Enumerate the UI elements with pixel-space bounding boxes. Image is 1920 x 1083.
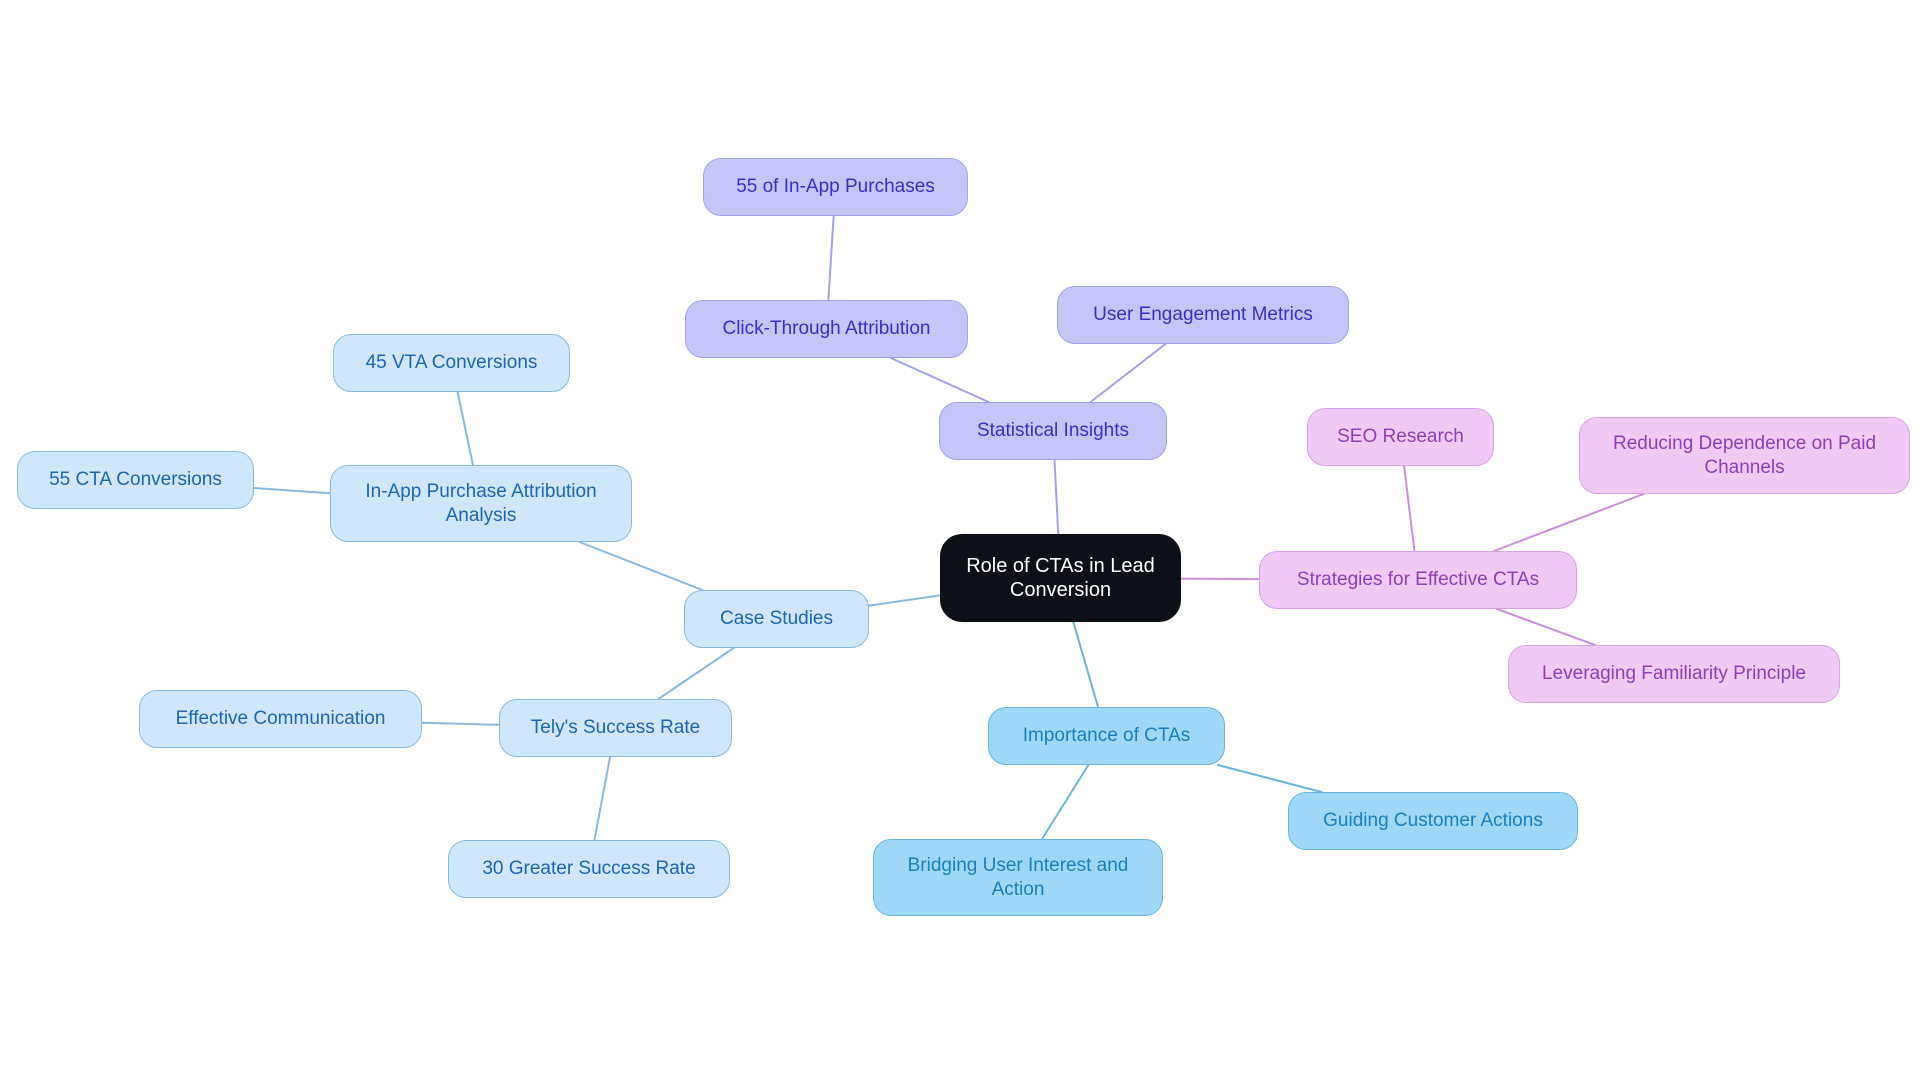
mindmap-edge-root-to-importance_of_ctas [1072,621,1100,708]
mindmap-node-leveraging_familiarity[interactable]: Leveraging Familiarity Principle [1508,645,1840,703]
mindmap-node-label: Tely's Success Rate [530,717,701,739]
mindmap-edge-click_through_attribution-to-in_app_purchases_55 [827,215,835,301]
mindmap-node-click_through_attribution[interactable]: Click-Through Attribution [685,300,968,358]
mindmap-edge-in_app_purchase_attribution-to-vta_conversions_45 [456,391,474,466]
mindmap-node-label: Guiding Customer Actions [1323,810,1543,832]
mindmap-edge-strategies_effective_ctas-to-seo_research [1403,465,1416,552]
mindmap-node-label: Case Studies [719,608,833,630]
mindmap-node-label: 55 CTA Conversions [49,469,222,491]
mindmap-node-reducing_dependence_paid[interactable]: Reducing Dependence on Paid Channels [1579,417,1910,494]
mindmap-node-vta_conversions_45[interactable]: 45 VTA Conversions [333,334,570,392]
mindmap-node-label: 30 Greater Success Rate [482,858,696,880]
mindmap-node-in_app_purchases_55[interactable]: 55 of In-App Purchases [703,158,968,216]
mindmap-node-label: 45 VTA Conversions [365,352,538,374]
mindmap-edge-case_studies-to-in_app_purchase_attribution [578,541,704,591]
mindmap-node-bridging_user_interest[interactable]: Bridging User Interest and Action [873,839,1163,916]
mindmap-node-importance_of_ctas[interactable]: Importance of CTAs [988,707,1225,765]
mindmap-edge-importance_of_ctas-to-bridging_user_interest [1041,764,1090,840]
mindmap-node-label: Strategies for Effective CTAs [1296,569,1540,591]
mindmap-node-root[interactable]: Role of CTAs in Lead Conversion [940,534,1181,622]
mindmap-node-label: Statistical Insights [976,420,1130,442]
mindmap-edge-root-to-statistical_insights [1053,459,1060,535]
mindmap-node-telys_success_rate[interactable]: Tely's Success Rate [499,699,732,757]
mindmap-node-strategies_effective_ctas[interactable]: Strategies for Effective CTAs [1259,551,1577,609]
mindmap-canvas: Role of CTAs in Lead Conversion Statistic… [0,0,1920,1083]
mindmap-edge-strategies_effective_ctas-to-reducing_dependence_paid [1493,493,1645,552]
mindmap-node-effective_communication[interactable]: Effective Communication [139,690,422,748]
mindmap-edge-telys_success_rate-to-effective_communication [421,721,500,726]
mindmap-node-label: Effective Communication [175,708,386,730]
mindmap-edge-importance_of_ctas-to-guiding_customer_actions [1216,764,1323,793]
mindmap-edge-case_studies-to-telys_success_rate [657,647,735,700]
mindmap-edge-strategies_effective_ctas-to-leveraging_familiarity [1495,608,1597,646]
mindmap-node-label: Leveraging Familiarity Principle [1542,663,1806,685]
mindmap-node-seo_research[interactable]: SEO Research [1307,408,1494,466]
mindmap-node-in_app_purchase_attribution[interactable]: In-App Purchase Attribution Analysis [330,465,632,542]
mindmap-node-label: Role of CTAs in Lead Conversion [966,554,1155,601]
mindmap-edge-statistical_insights-to-user_engagement_metrics [1089,343,1167,403]
mindmap-edge-in_app_purchase_attribution-to-cta_conversions_55 [253,487,331,495]
mindmap-edge-statistical_insights-to-click_through_attribution [889,357,990,403]
mindmap-node-cta_conversions_55[interactable]: 55 CTA Conversions [17,451,254,509]
mindmap-node-user_engagement_metrics[interactable]: User Engagement Metrics [1057,286,1349,344]
mindmap-node-label: In-App Purchase Attribution Analysis [365,481,597,526]
mindmap-node-guiding_customer_actions[interactable]: Guiding Customer Actions [1288,792,1578,850]
mindmap-node-label: Click-Through Attribution [722,318,931,340]
mindmap-node-label: Bridging User Interest and Action [907,855,1129,900]
mindmap-node-label: 55 of In-App Purchases [736,176,935,198]
mindmap-node-label: User Engagement Metrics [1093,304,1313,326]
mindmap-edge-telys_success_rate-to-greater_success_rate_30 [593,756,612,841]
mindmap-node-case_studies[interactable]: Case Studies [684,590,869,648]
mindmap-node-label: Importance of CTAs [1022,725,1191,747]
mindmap-node-statistical_insights[interactable]: Statistical Insights [939,402,1167,460]
mindmap-edge-root-to-case_studies [868,594,941,607]
mindmap-node-label: SEO Research [1337,426,1464,448]
mindmap-node-greater_success_rate_30[interactable]: 30 Greater Success Rate [448,840,730,898]
mindmap-node-label: Reducing Dependence on Paid Channels [1612,433,1877,478]
